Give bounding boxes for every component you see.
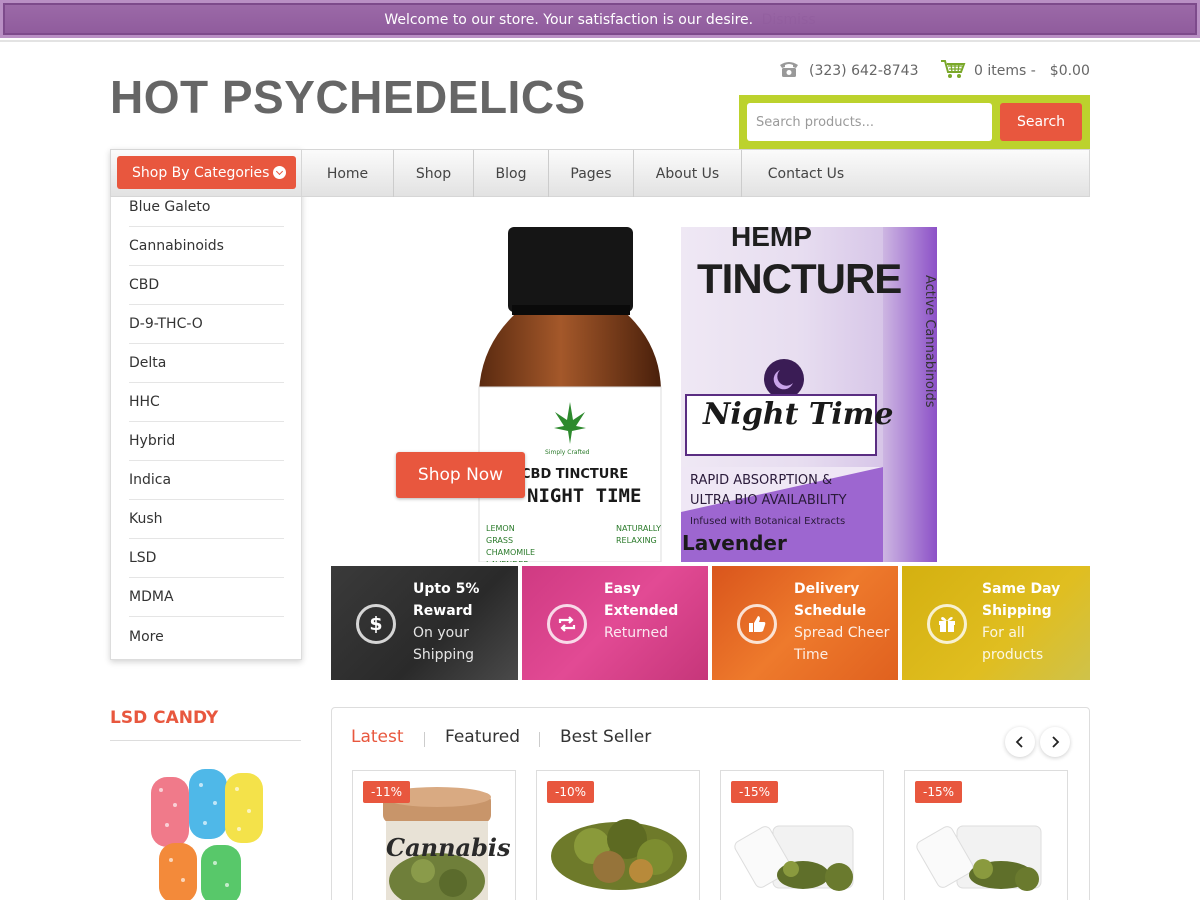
bottle-left-text: LEMON GRASS CHAMOMILE LAVENDER [486,524,536,562]
product-card[interactable]: -15% [720,770,884,900]
box-line1: RAPID ABSORPTION & [690,473,833,488]
feature-same-day: Same Day Shipping For all products [902,566,1090,680]
feature-title-line2: Reward [413,603,473,619]
main-nav: Home Shop Blog Pages About Us Contact Us [302,149,1090,197]
cart-summary[interactable]: 0 items - $0.00 [940,58,1090,84]
dollar-icon: $ [356,604,396,644]
feature-reward: $ Upto 5% Reward On your Shipping [331,566,518,680]
feature-sub-line2: Shipping [413,647,475,663]
bottle-brand: Simply Crafted [545,449,590,456]
feature-sub-line1: For all products [982,625,1044,663]
feature-title-line1: Delivery [794,581,860,597]
feature-title-line2: Shipping [982,603,1052,619]
welcome-message-wrap: Welcome to our store. Your satisfaction … [3,12,1197,28]
chevron-right-icon [1052,736,1060,748]
phone-contact: (323) 642-8743 [778,60,919,82]
phone-icon [778,60,800,82]
discount-badge: -15% [915,781,963,803]
feature-title-line1: Upto 5% [413,581,480,597]
nav-about-us[interactable]: About Us [634,150,742,197]
cart-total: $0.00 [1049,63,1090,79]
feature-title-line1: Same Day [982,581,1061,597]
feature-title-line2: Extended [604,603,679,619]
box-flavor: Lavender [682,531,787,555]
search-input[interactable] [747,103,992,141]
product-card[interactable]: -10% [536,770,700,900]
feature-delivery: Delivery Schedule Spread Cheer Time [712,566,898,680]
category-item[interactable]: LSD [129,539,284,578]
discount-badge: -11% [363,781,411,803]
feature-title-line2: Schedule [794,603,867,619]
box-heading: HEMP [731,227,812,252]
tab-featured[interactable]: Featured [445,727,520,747]
box-side-text: Active Cannabinoids [922,275,937,408]
leaf-icon [554,402,586,444]
nav-pages[interactable]: Pages [549,150,634,197]
thumbs-up-icon [737,604,777,644]
lsd-candy-image[interactable] [145,765,270,900]
bottle-line1: CBD TINCTURE [521,467,629,482]
box-line2: ULTRA BIO AVAILABILITY [690,493,847,508]
cart-icon [940,58,966,84]
box-script: Night Time [703,397,894,432]
product-card[interactable]: -15% [904,770,1068,900]
tab-latest[interactable]: Latest [351,727,404,747]
category-item[interactable]: Indica [129,461,284,500]
category-item[interactable]: D-9-THC-O [129,305,284,344]
category-item[interactable]: Blue Galeto [129,188,284,227]
bottle-line2: NIGHT TIME [527,485,642,507]
dismiss-link[interactable]: Dismiss [762,12,816,28]
category-item[interactable]: Kush [129,500,284,539]
search-bar: Search [739,95,1090,149]
tab-best-seller[interactable]: Best Seller [560,727,651,747]
bottle-right-text: NATURALLY RELAXING [616,524,662,545]
nav-shop[interactable]: Shop [394,150,474,197]
category-item[interactable]: MDMA [129,578,284,617]
repeat-icon [547,604,587,644]
box-title: TINCTURE [697,255,902,302]
divider [110,740,301,741]
discount-badge: -10% [547,781,595,803]
feature-title-line1: Easy [604,581,641,597]
prev-button[interactable] [1005,727,1035,757]
feature-sub-line1: Spread Cheer [794,625,890,641]
site-logo[interactable]: HOT PSYCHEDELICS [110,70,586,124]
feature-sub-line2: Time [794,647,829,663]
welcome-message: Welcome to our store. Your satisfaction … [384,12,754,28]
gift-icon [927,604,967,644]
phone-number[interactable]: (323) 642-8743 [809,63,919,79]
jar-label: Cannabis [386,833,511,862]
discount-badge: -15% [731,781,779,803]
shop-by-categories-button[interactable]: Shop By Categories [117,156,296,189]
divider [424,732,425,747]
category-item-more[interactable]: More [129,617,284,656]
nav-contact-us[interactable]: Contact Us [742,150,870,197]
nav-blog[interactable]: Blog [474,150,549,197]
category-item[interactable]: Hybrid [129,422,284,461]
category-item[interactable]: CBD [129,266,284,305]
feature-sub-line1: Returned [604,625,668,641]
hero-banner: HEMP TINCTURE Active Cannabinoids Night … [331,227,937,562]
feature-returns: Easy Extended Returned [522,566,708,680]
cart-count: 0 items - [974,63,1036,79]
shop-now-button[interactable]: Shop Now [396,452,525,498]
nav-home[interactable]: Home [302,150,394,197]
box-line3: Infused with Botanical Extracts [690,516,846,527]
chevron-down-icon [273,166,286,179]
divider [0,40,1200,42]
divider [539,732,540,747]
category-item[interactable]: Delta [129,344,284,383]
moon-icon [773,370,793,390]
welcome-bar: Welcome to our store. Your satisfaction … [0,0,1200,38]
search-button[interactable]: Search [1000,103,1082,141]
category-item[interactable]: Cannabinoids [129,227,284,266]
product-card[interactable]: -11% Cannabis [352,770,516,900]
sidebar-title: LSD CANDY [110,708,219,728]
chevron-left-icon [1015,736,1023,748]
next-button[interactable] [1040,727,1070,757]
category-item[interactable]: HHC [129,383,284,422]
categories-button-label: Shop By Categories [132,164,270,181]
feature-sub-line1: On your [413,625,469,641]
